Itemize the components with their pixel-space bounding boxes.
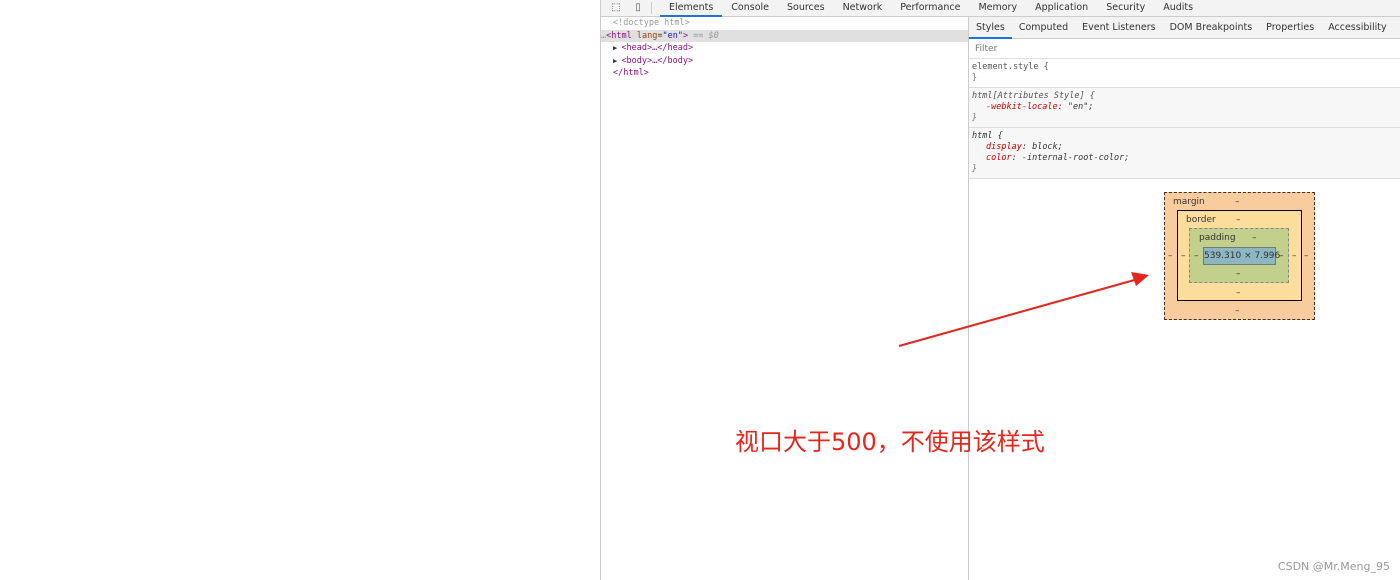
annotation-arrow: [898, 272, 1149, 347]
watermark: CSDN @Mr.Meng_95: [1277, 560, 1390, 573]
annotation-text: 视口大于500，不使用该样式: [735, 428, 1045, 456]
